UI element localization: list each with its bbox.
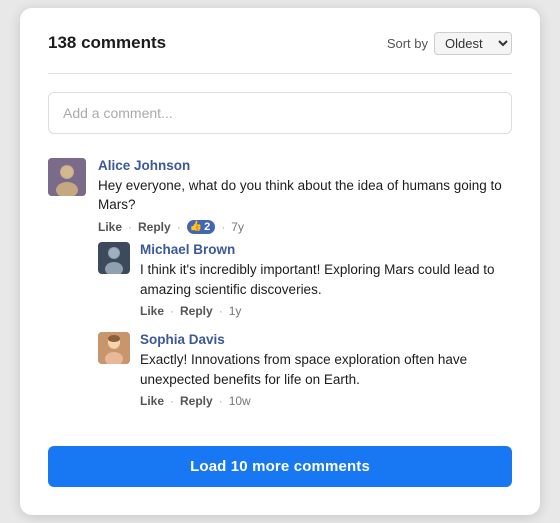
reply-sophia: Sophia Davis Exactly! Innovations from s… xyxy=(98,332,512,408)
comment-alice: Alice Johnson Hey everyone, what do you … xyxy=(48,158,512,422)
sort-by-label: Sort by xyxy=(387,36,428,51)
actions-michael: Like · Reply · 1y xyxy=(140,304,512,318)
comments-list: Alice Johnson Hey everyone, what do you … xyxy=(48,158,512,438)
reply-michael[interactable]: Reply xyxy=(180,304,213,318)
like-badge-alice: 👍 2 xyxy=(187,220,216,234)
comment-body-michael: Michael Brown I think it's incredibly im… xyxy=(140,242,512,318)
comments-count: 138 comments xyxy=(48,33,166,53)
avatar-alice xyxy=(48,158,86,196)
comments-card: 138 comments Sort by Oldest Newest Top A… xyxy=(20,8,540,515)
like-alice[interactable]: Like xyxy=(98,220,122,234)
reply-sophia[interactable]: Reply xyxy=(180,394,213,408)
author-alice: Alice Johnson xyxy=(98,158,512,173)
avatar-sophia xyxy=(98,332,130,364)
like-michael[interactable]: Like xyxy=(140,304,164,318)
like-sophia[interactable]: Like xyxy=(140,394,164,408)
reply-michael: Michael Brown I think it's incredibly im… xyxy=(98,242,512,318)
thumbs-up-icon: 👍 xyxy=(190,221,202,232)
card-header: 138 comments Sort by Oldest Newest Top xyxy=(48,32,512,55)
author-michael: Michael Brown xyxy=(140,242,512,257)
text-alice: Hey everyone, what do you think about th… xyxy=(98,176,512,215)
text-michael: I think it's incredibly important! Explo… xyxy=(140,260,512,299)
comment-body-sophia: Sophia Davis Exactly! Innovations from s… xyxy=(140,332,512,408)
reply-alice[interactable]: Reply xyxy=(138,220,171,234)
load-more-button[interactable]: Load 10 more comments xyxy=(48,446,512,487)
comment-body-alice: Alice Johnson Hey everyone, what do you … xyxy=(98,158,512,422)
time-alice: 7y xyxy=(231,220,244,234)
actions-alice: Like · Reply · 👍 2 · 7y xyxy=(98,220,512,234)
time-sophia: 10w xyxy=(229,394,251,408)
author-sophia: Sophia Davis xyxy=(140,332,512,347)
add-comment-placeholder: Add a comment... xyxy=(63,105,173,121)
replies-alice: Michael Brown I think it's incredibly im… xyxy=(98,242,512,408)
sort-by-container: Sort by Oldest Newest Top xyxy=(387,32,512,55)
text-sophia: Exactly! Innovations from space explorat… xyxy=(140,350,512,389)
header-divider xyxy=(48,73,512,74)
time-michael: 1y xyxy=(229,304,242,318)
sort-select[interactable]: Oldest Newest Top xyxy=(434,32,512,55)
add-comment-input[interactable]: Add a comment... xyxy=(48,92,512,134)
avatar-michael xyxy=(98,242,130,274)
actions-sophia: Like · Reply · 10w xyxy=(140,394,512,408)
